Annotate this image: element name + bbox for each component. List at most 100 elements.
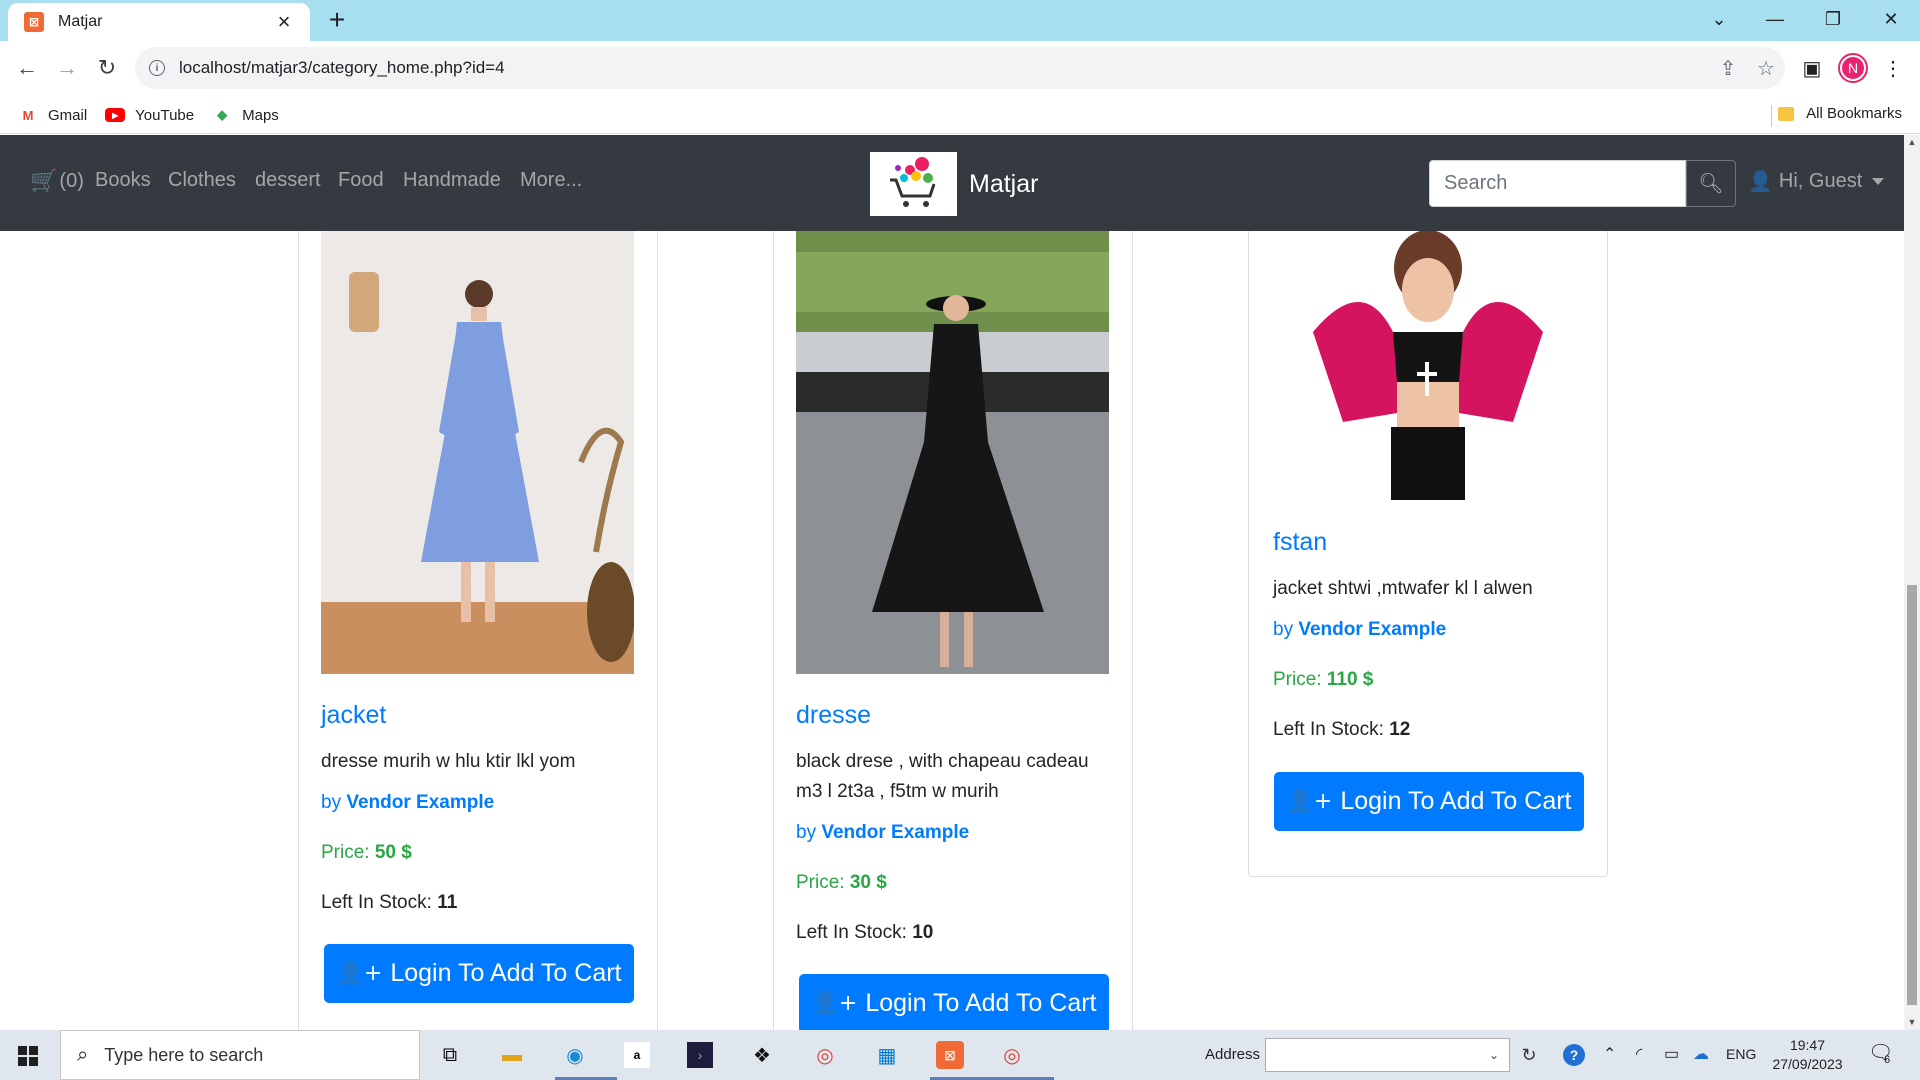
xampp-favicon-icon: ⊠	[24, 12, 44, 32]
search-button[interactable]: 🔍︎	[1686, 160, 1736, 207]
tray-chevron-up-icon[interactable]: ⌃	[1603, 1044, 1616, 1064]
clock-time: 19:47	[1789, 1037, 1826, 1053]
user-plus-icon: 👤+	[1286, 789, 1333, 814]
product-price: Price: 110 $	[1273, 669, 1373, 691]
system-clock[interactable]: 19:47 27/09/2023	[1765, 1036, 1850, 1074]
vendor-link[interactable]: Vendor Example	[1298, 619, 1446, 640]
browser-toolbar: ← → ↻ i localhost/matjar3/category_home.…	[0, 41, 1920, 97]
tab-close-icon[interactable]: ×	[272, 11, 296, 33]
product-image[interactable]	[321, 212, 634, 674]
address-bar[interactable]: i localhost/matjar3/category_home.php?id…	[135, 47, 1785, 89]
nav-link-clothes[interactable]: Clothes	[168, 169, 236, 192]
brand-link[interactable]: Matjar	[870, 152, 1038, 216]
help-icon[interactable]: ?	[1563, 1044, 1585, 1066]
bookmarks-divider	[1771, 105, 1772, 127]
task-view-icon[interactable]: ⧉	[430, 1035, 470, 1075]
onedrive-icon[interactable]: ☁	[1693, 1044, 1709, 1064]
notification-count: 6	[1884, 1054, 1891, 1066]
product-price: Price: 30 $	[796, 872, 887, 894]
user-icon: 👤	[1748, 169, 1773, 193]
product-card: dresse black drese , with chapeau cadeau…	[773, 135, 1133, 1030]
chrome-profile-icon[interactable]: ◎	[992, 1035, 1054, 1080]
chrome-icon[interactable]: ◎	[805, 1035, 845, 1075]
scroll-thumb[interactable]	[1907, 585, 1917, 1005]
reload-icon[interactable]: ↻	[90, 51, 124, 85]
stock-label: Left In Stock:	[1273, 719, 1384, 740]
bookmark-label: Gmail	[48, 106, 88, 124]
vendor-link[interactable]: Vendor Example	[821, 822, 969, 843]
product-vendor: by Vendor Example	[1273, 619, 1446, 641]
chevron-down-icon[interactable]: ⌄	[1489, 1048, 1499, 1062]
bookmark-maps[interactable]: ◆ Maps	[212, 107, 279, 124]
scroll-down-icon[interactable]: ▼	[1907, 1017, 1917, 1027]
folder-icon	[1778, 106, 1795, 121]
back-icon[interactable]: ←	[10, 51, 44, 85]
share-icon[interactable]: ⇪	[1709, 56, 1747, 81]
side-panel-icon[interactable]: ▣	[1797, 53, 1827, 83]
scroll-up-icon[interactable]: ▲	[1907, 137, 1917, 147]
notifications-icon[interactable]: 🗨 6	[1868, 1040, 1893, 1066]
xampp-icon[interactable]: ⊠	[930, 1035, 992, 1080]
product-title-link[interactable]: jacket	[321, 701, 386, 730]
amazon-icon[interactable]: a	[617, 1035, 657, 1075]
dropbox-icon[interactable]: ❖	[742, 1035, 782, 1075]
login-to-add-to-cart-button[interactable]: 👤+ Login To Add To Cart	[324, 944, 634, 1003]
product-description: dresse murih w hlu ktir lkl yom	[321, 751, 576, 772]
minimize-icon[interactable]: —	[1750, 0, 1800, 38]
stock-label: Left In Stock:	[321, 892, 432, 913]
battery-icon[interactable]: ▭	[1664, 1044, 1679, 1064]
bookmark-star-icon[interactable]: ☆	[1747, 56, 1785, 81]
youtube-icon: ▶	[105, 108, 126, 122]
clock-date: 27/09/2023	[1772, 1056, 1843, 1072]
product-image[interactable]	[796, 212, 1109, 674]
close-window-icon[interactable]: ✕	[1866, 0, 1916, 38]
login-to-add-to-cart-button[interactable]: 👤+ Login To Add To Cart	[799, 974, 1109, 1030]
product-stock: Left In Stock: 11	[321, 892, 457, 914]
page-scrollbar[interactable]: ▲ ▼	[1904, 135, 1920, 1030]
product-image[interactable]	[1273, 212, 1583, 500]
vendor-link[interactable]: Vendor Example	[346, 792, 494, 813]
file-explorer-icon[interactable]: ▬	[492, 1035, 532, 1075]
site-info-icon[interactable]: i	[149, 60, 165, 76]
nav-link-food[interactable]: Food	[338, 169, 384, 192]
profile-button[interactable]: N	[1838, 53, 1868, 83]
windows-start-icon[interactable]	[18, 1046, 38, 1066]
forward-icon[interactable]: →	[50, 51, 84, 85]
bookmark-youtube[interactable]: ▶ YouTube	[105, 107, 194, 124]
price-value: 30 $	[849, 872, 887, 893]
product-card: jacket dresse murih w hlu ktir lkl yom b…	[298, 135, 658, 1030]
language-indicator[interactable]: ENG	[1726, 1046, 1756, 1062]
bookmark-gmail[interactable]: M Gmail	[18, 106, 88, 124]
product-title-link[interactable]: dresse	[796, 701, 871, 730]
address-toolbar-input[interactable]: ⌄	[1265, 1038, 1510, 1072]
nav-link-dessert[interactable]: dessert	[255, 169, 321, 192]
caret-down-icon	[1872, 177, 1885, 185]
restore-icon[interactable]: ❐	[1808, 0, 1858, 38]
login-to-add-to-cart-button[interactable]: 👤+ Login To Add To Cart	[1274, 772, 1584, 831]
url-text[interactable]: localhost/matjar3/category_home.php?id=4	[179, 58, 1709, 78]
all-bookmarks[interactable]: All Bookmarks	[1778, 105, 1902, 122]
bookmarks-bar: M Gmail ▶ YouTube ◆ Maps All Bookmarks	[0, 97, 1920, 134]
menu-kebab-icon[interactable]: ⋮	[1878, 53, 1908, 83]
user-plus-icon: 👤+	[336, 961, 383, 986]
address-go-icon[interactable]: ↻	[1514, 1038, 1544, 1072]
edge-icon[interactable]: ◉	[555, 1035, 617, 1080]
matjar-logo	[870, 152, 957, 216]
page-viewport: jacket dresse murih w hlu ktir lkl yom b…	[0, 135, 1920, 1030]
address-toolbar-label: Address	[1205, 1046, 1261, 1063]
nav-link-handmade[interactable]: Handmade	[403, 169, 501, 192]
price-label: Price:	[796, 872, 845, 893]
site-search-input[interactable]: Search	[1429, 160, 1686, 207]
microsoft-store-icon[interactable]: ▦	[867, 1035, 907, 1075]
network-icon[interactable]: ◜	[1636, 1044, 1642, 1064]
new-tab-icon[interactable]: +	[322, 6, 352, 36]
browser-tab[interactable]: ⊠ Matjar ×	[8, 3, 310, 41]
user-dropdown[interactable]: 👤 Hi, Guest	[1748, 169, 1885, 193]
taskbar-search[interactable]: ⌕ Type here to search	[60, 1030, 420, 1080]
product-title-link[interactable]: fstan	[1273, 528, 1327, 557]
nav-link-books[interactable]: Books	[95, 169, 151, 192]
visual-studio-code-icon[interactable]: ›	[680, 1035, 720, 1075]
tab-search-chevron-icon[interactable]: ⌄	[1694, 0, 1744, 38]
nav-link-more[interactable]: More...	[520, 169, 582, 192]
cart-link[interactable]: 🛒 (0)	[30, 169, 84, 194]
